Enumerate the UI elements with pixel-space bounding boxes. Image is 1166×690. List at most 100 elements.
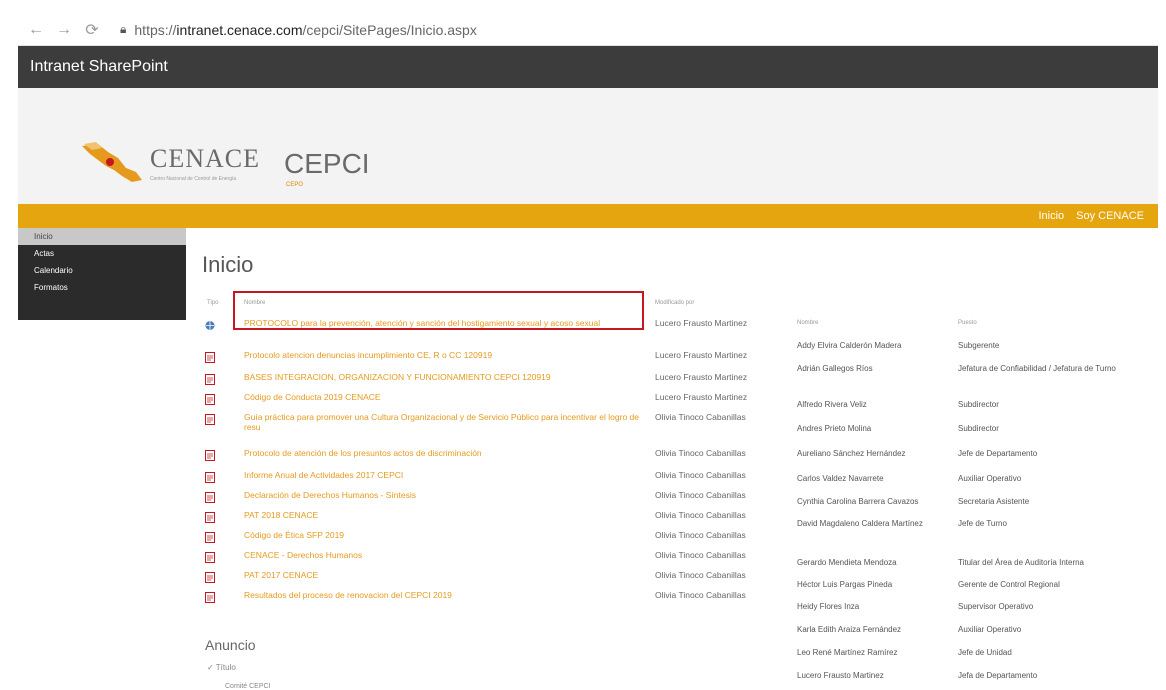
person-role: Supervisor Operativo bbox=[958, 602, 1034, 611]
leftnav-item-actas[interactable]: Actas bbox=[18, 245, 186, 262]
column-header-puesto[interactable]: Puesto bbox=[958, 320, 977, 326]
topnav-item-inicio[interactable]: Inicio bbox=[1038, 210, 1064, 222]
table-row[interactable]: PAT 2017 CENACE Olivia Tinoco Cabanillas bbox=[205, 570, 765, 586]
modified-by: Lucero Frausto Martinez bbox=[655, 350, 748, 360]
table-row[interactable]: Resultados del proceso de renovacion del… bbox=[205, 590, 765, 606]
person-name: Adrián Gallegos Ríos bbox=[797, 364, 873, 373]
topnav-item-soy-cenace[interactable]: Soy CENACE bbox=[1076, 210, 1144, 222]
document-icon bbox=[205, 450, 215, 461]
lock-icon: 🔒︎ bbox=[120, 22, 127, 36]
table-row[interactable]: Declaración de Derechos Humanos - Síntes… bbox=[205, 490, 765, 506]
person-name: Cynthia Carolina Barrera Cavazos bbox=[797, 497, 919, 506]
document-link[interactable]: Código de Ética SFP 2019 bbox=[244, 530, 644, 540]
document-link[interactable]: PAT 2018 CENACE bbox=[244, 510, 644, 520]
document-link[interactable]: Protocolo de atención de los presuntos a… bbox=[244, 448, 644, 458]
modified-by: Olivia Tinoco Cabanillas bbox=[655, 530, 746, 540]
document-link[interactable]: PAT 2017 CENACE bbox=[244, 570, 644, 580]
page-title: Inicio bbox=[202, 252, 254, 277]
person-role: Titular del Área de Auditoría Interna bbox=[958, 558, 1084, 567]
person-role: Jefatura de Confiabilidad / Jefatura de … bbox=[958, 364, 1116, 373]
table-row[interactable]: Guía práctica para promover una Cultura … bbox=[205, 412, 765, 440]
person-role: Jefe de Turno bbox=[958, 519, 1007, 528]
person-role: Jefe de Unidad bbox=[958, 648, 1012, 657]
column-header-nombre[interactable]: Nombre bbox=[797, 320, 818, 326]
modified-by: Olivia Tinoco Cabanillas bbox=[655, 448, 746, 458]
table-row[interactable]: Código de Ética SFP 2019 Olivia Tinoco C… bbox=[205, 530, 765, 546]
person-name: Karla Edith Araiza Fernández bbox=[797, 625, 902, 634]
modified-by: Olivia Tinoco Cabanillas bbox=[655, 550, 746, 560]
document-link[interactable]: Informe Anual de Actividades 2017 CEPCI bbox=[244, 470, 644, 480]
logo-subtitle: Centro Nacional de Control de Energía bbox=[150, 176, 237, 182]
person-role: Subdirector bbox=[958, 400, 999, 409]
modified-by: Lucero Frausto Martinez bbox=[655, 392, 748, 402]
person-role: Auxiliar Operativo bbox=[958, 625, 1022, 634]
announcements-title: Anuncio bbox=[205, 637, 256, 653]
document-icon bbox=[205, 592, 215, 603]
person-role: Subgerente bbox=[958, 341, 1000, 350]
browser-address-bar: ← → ⟳ 🔒︎ https://intranet.cenace.com/cep… bbox=[18, 14, 1158, 46]
column-header-type[interactable]: Tipo bbox=[207, 300, 218, 306]
site-header: CENACE Centro Nacional de Control de Ene… bbox=[18, 88, 1158, 204]
table-row[interactable]: PAT 2018 CENACE Olivia Tinoco Cabanillas bbox=[205, 510, 765, 526]
table-row[interactable]: Protocolo de atención de los presuntos a… bbox=[205, 448, 765, 464]
table-row[interactable]: CENACE - Derechos Humanos Olivia Tinoco … bbox=[205, 550, 765, 566]
document-icon bbox=[205, 414, 215, 425]
top-navigation: Inicio Soy CENACE bbox=[18, 204, 1158, 228]
document-icon bbox=[205, 532, 215, 543]
site-title[interactable]: CEPCI bbox=[284, 148, 370, 180]
logo-text[interactable]: CENACE bbox=[150, 144, 260, 174]
person-name: Héctor Luis Pargas Pineda bbox=[797, 580, 893, 589]
document-link[interactable]: Resultados del proceso de renovacion del… bbox=[244, 590, 644, 600]
modified-by: Lucero Frausto Martinez bbox=[655, 372, 748, 382]
table-row[interactable]: Protocolo atencion denuncias incumplimie… bbox=[205, 350, 765, 366]
document-icon bbox=[205, 492, 215, 503]
document-link[interactable]: BASES INTEGRACION, ORGANIZACION Y FUNCIO… bbox=[244, 372, 644, 382]
person-role: Secretaria Asistente bbox=[958, 497, 1030, 506]
document-link[interactable]: Declaración de Derechos Humanos - Síntes… bbox=[244, 490, 644, 500]
table-row[interactable]: Informe Anual de Actividades 2017 CEPCI … bbox=[205, 470, 765, 486]
document-link[interactable]: Protocolo atencion denuncias incumplimie… bbox=[244, 350, 644, 360]
document-link[interactable]: CENACE - Derechos Humanos bbox=[244, 550, 644, 560]
globe-icon bbox=[205, 321, 215, 330]
announcements-header[interactable]: ✓ Título bbox=[207, 663, 236, 672]
leftnav-item-calendario[interactable]: Calendario bbox=[18, 262, 186, 279]
document-link[interactable]: Guía práctica para promover una Cultura … bbox=[244, 412, 644, 432]
person-name: Gerardo Mendieta Mendoza bbox=[797, 558, 897, 567]
mexico-map-logo-icon bbox=[82, 142, 142, 182]
suite-title[interactable]: Intranet SharePoint bbox=[30, 58, 168, 76]
modified-by: Olivia Tinoco Cabanillas bbox=[655, 570, 746, 580]
modified-by: Lucero Frausto Martinez bbox=[655, 318, 748, 328]
leftnav-item-inicio[interactable]: Inicio bbox=[18, 228, 186, 245]
site-subtitle: CEPO bbox=[286, 182, 304, 188]
person-role: Jefe de Departamento bbox=[958, 449, 1038, 458]
document-link[interactable]: Código de Conducta 2019 CENACE bbox=[244, 392, 644, 402]
announcement-item[interactable]: Comité CEPCI bbox=[225, 683, 271, 690]
highlight-box bbox=[233, 291, 644, 330]
document-icon bbox=[205, 512, 215, 523]
table-row[interactable]: BASES INTEGRACION, ORGANIZACION Y FUNCIO… bbox=[205, 372, 765, 388]
modified-by: Olivia Tinoco Cabanillas bbox=[655, 412, 746, 422]
person-role: Gerente de Control Regional bbox=[958, 580, 1060, 589]
person-role: Jefa de Departamento bbox=[958, 671, 1038, 680]
url-field[interactable]: https://intranet.cenace.com/cepci/SitePa… bbox=[134, 22, 476, 38]
document-icon bbox=[205, 552, 215, 563]
modified-by: Olivia Tinoco Cabanillas bbox=[655, 510, 746, 520]
leftnav-item-formatos[interactable]: Formatos bbox=[18, 279, 186, 296]
table-row[interactable]: Código de Conducta 2019 CENACE Lucero Fr… bbox=[205, 392, 765, 408]
document-icon bbox=[205, 352, 215, 363]
document-icon bbox=[205, 572, 215, 583]
reload-icon[interactable]: ⟳ bbox=[82, 20, 102, 40]
person-name: Andres Prieto Molina bbox=[797, 424, 872, 433]
person-name: Heidy Flores Inza bbox=[797, 602, 860, 611]
document-icon bbox=[205, 394, 215, 405]
quick-launch: Inicio Actas Calendario Formatos bbox=[18, 228, 186, 320]
person-name: Addy Elvira Calderón Madera bbox=[797, 341, 902, 350]
document-icon bbox=[205, 472, 215, 483]
column-header-modified-by[interactable]: Modificado por bbox=[655, 300, 694, 306]
modified-by: Olivia Tinoco Cabanillas bbox=[655, 590, 746, 600]
back-icon[interactable]: ← bbox=[26, 21, 46, 39]
person-name: Aureliano Sánchez Hernández bbox=[797, 449, 906, 458]
modified-by: Olivia Tinoco Cabanillas bbox=[655, 470, 746, 480]
forward-icon[interactable]: → bbox=[54, 21, 74, 39]
person-name: David Magdaleno Caldera Martínez bbox=[797, 519, 923, 528]
